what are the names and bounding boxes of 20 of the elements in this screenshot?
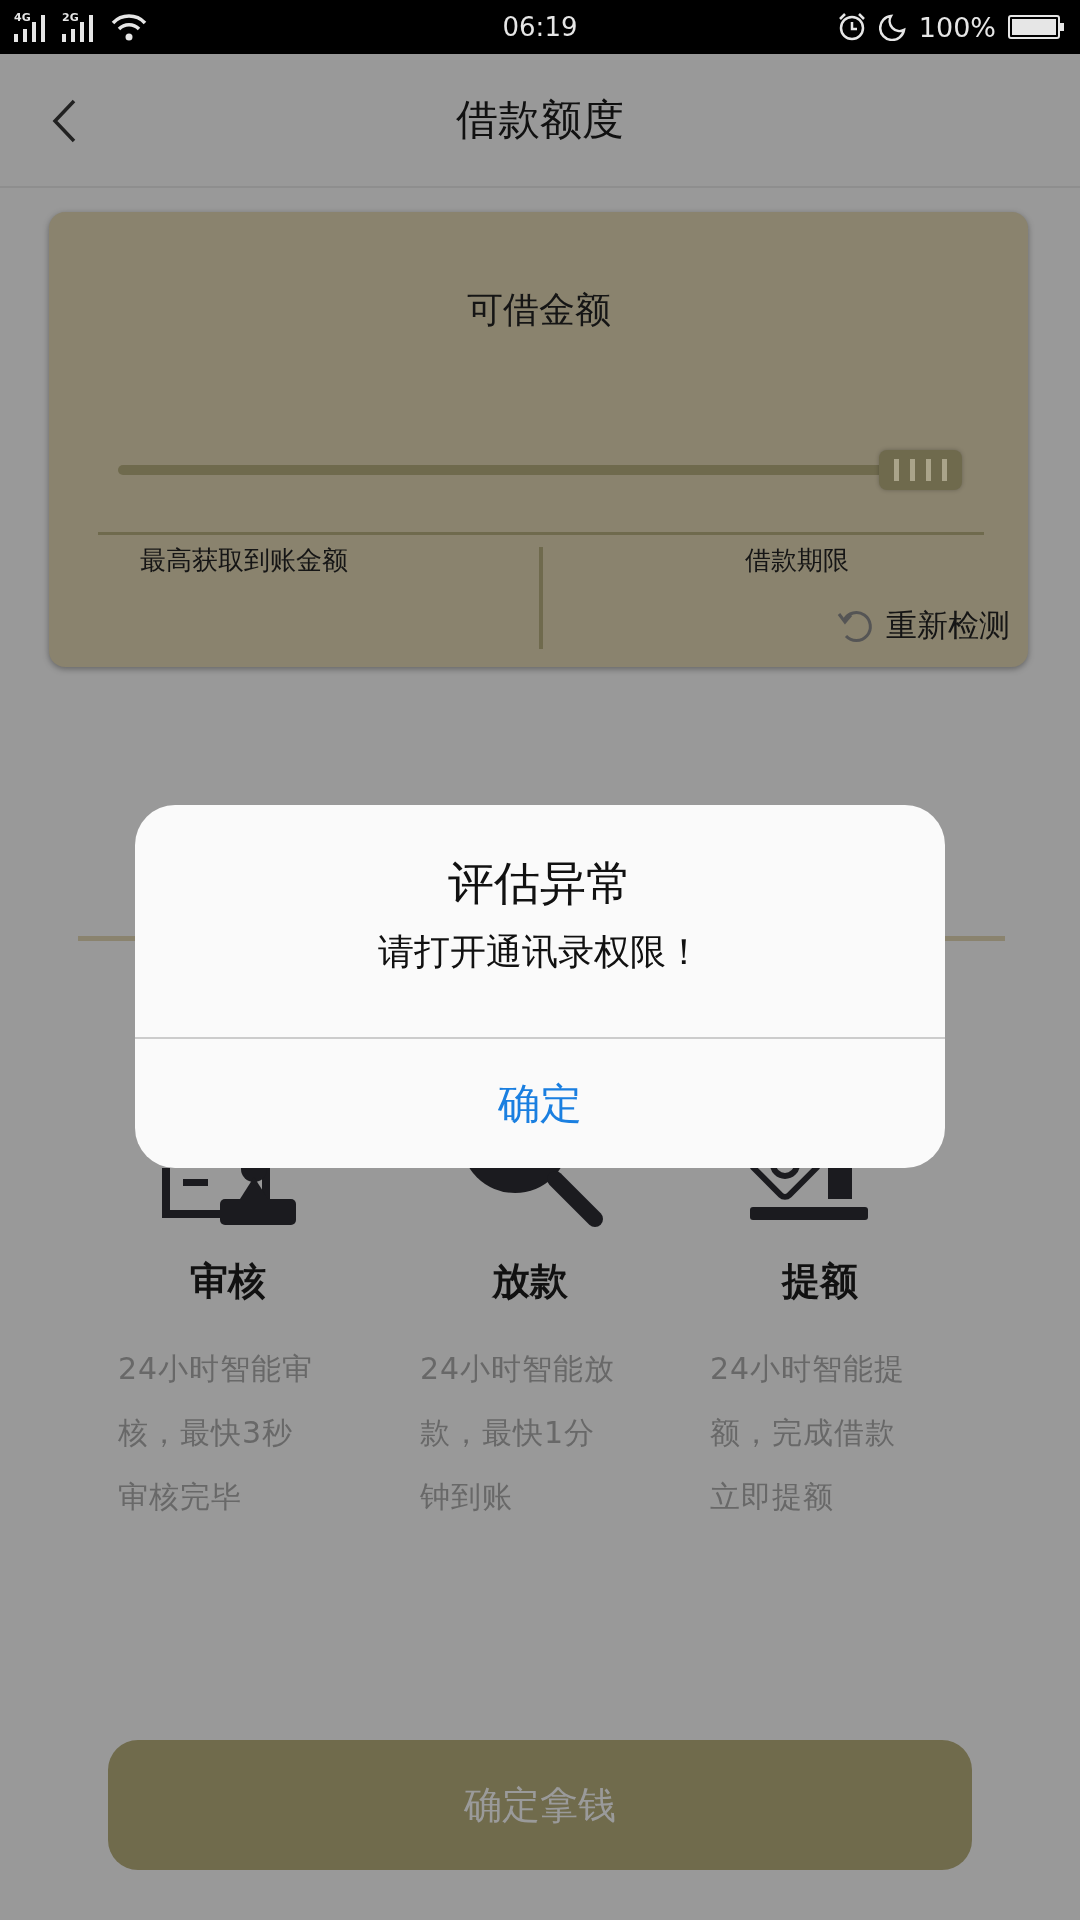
step-title: 提额 <box>780 1258 859 1305</box>
network-label: 2G <box>62 11 79 24</box>
wifi-icon <box>110 12 148 42</box>
page-title: 借款额度 <box>456 94 624 146</box>
recheck-button[interactable]: 重新检测 <box>836 605 1010 647</box>
moon-icon <box>878 13 907 41</box>
amount-label: 最高获取到账金额 <box>140 544 348 577</box>
dialog-title: 评估异常 <box>448 855 632 912</box>
term-label: 借款期限 <box>745 544 849 577</box>
amount-slider[interactable] <box>118 450 962 490</box>
network-label: 4G <box>14 11 31 24</box>
clock-time: 06:19 <box>502 12 578 42</box>
battery-percent: 100% <box>918 11 996 43</box>
step-title: 放款 <box>490 1258 569 1305</box>
step-title: 审核 <box>189 1258 267 1305</box>
dialog-ok-button[interactable]: 确定 <box>135 1039 945 1168</box>
slider-thumb[interactable] <box>879 450 962 490</box>
card-title: 可借金额 <box>465 288 612 332</box>
battery-icon <box>1008 14 1066 40</box>
dialog-message: 请打开通讯录权限！ <box>378 930 702 974</box>
